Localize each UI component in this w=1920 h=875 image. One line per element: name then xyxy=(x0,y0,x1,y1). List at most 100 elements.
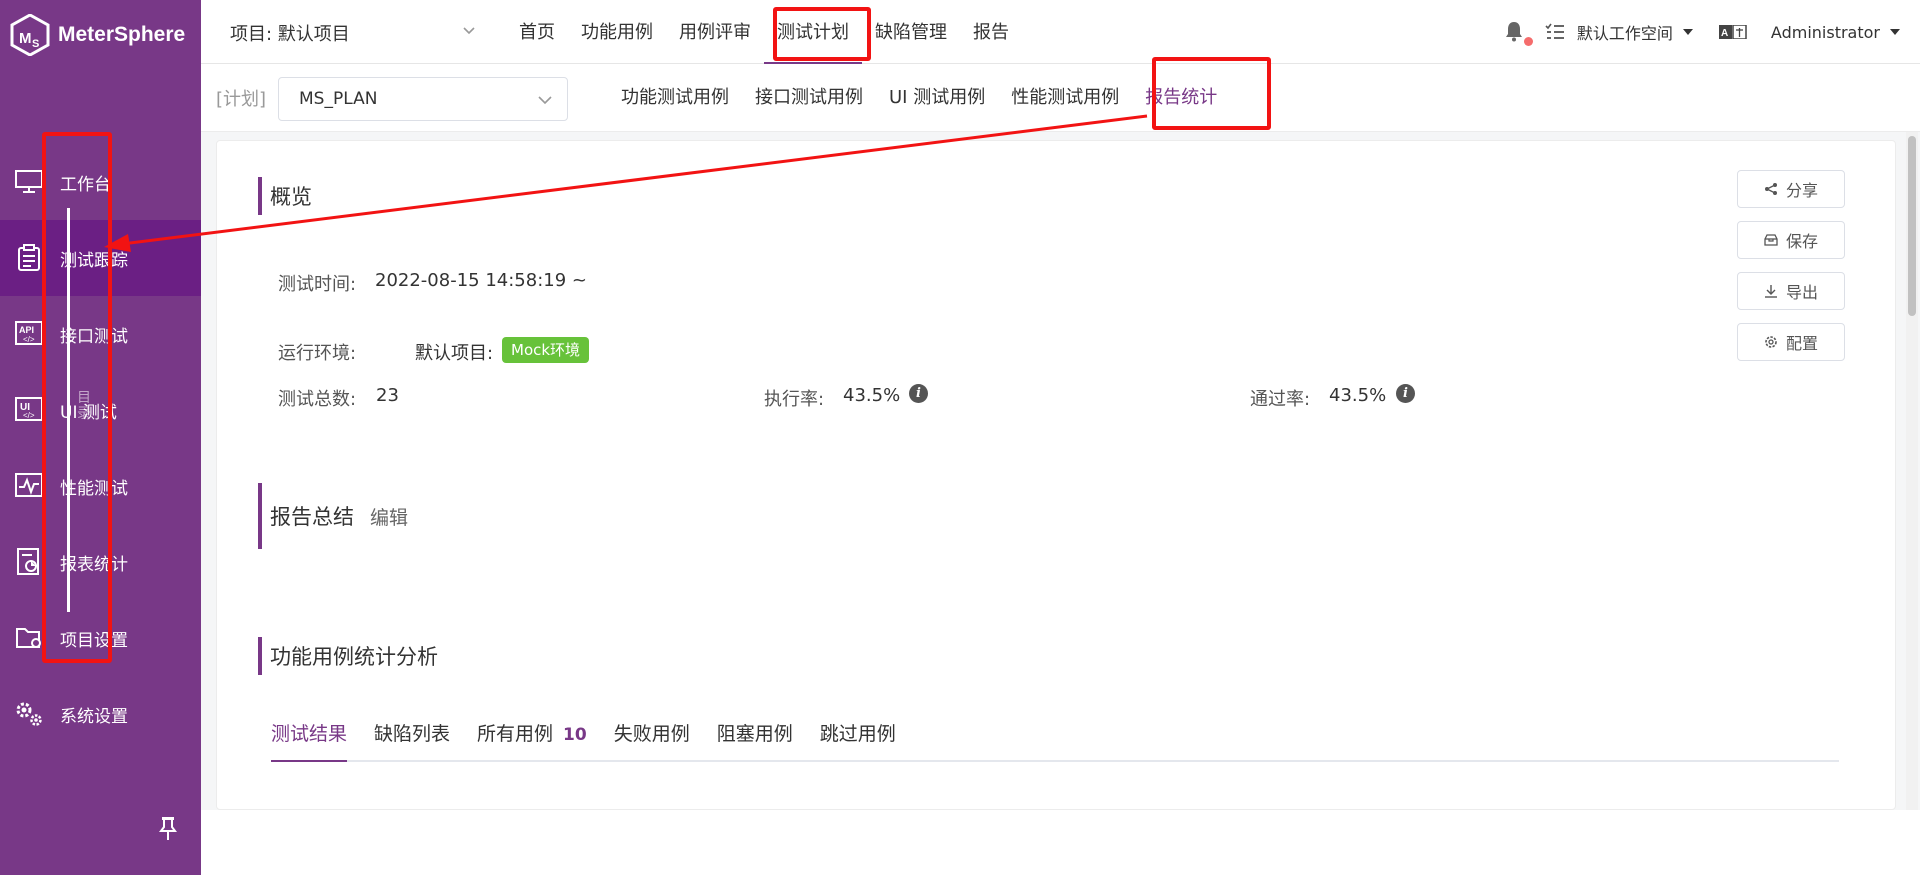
scrollbar-thumb[interactable] xyxy=(1908,136,1916,316)
tab-performance-test-cases[interactable]: 性能测试用例 xyxy=(998,64,1132,132)
ui-code-icon: UI </> xyxy=(14,395,44,425)
app-logo[interactable]: M S MeterSphere xyxy=(10,14,185,56)
export-button[interactable]: 导出 xyxy=(1737,272,1845,310)
monitor-icon xyxy=(14,167,44,197)
analysis-tabs: 测试结果 缺陷列表 所有用例 10 失败用例 阻塞用例 跳过用例 xyxy=(271,706,1839,762)
nav-functional-cases[interactable]: 功能用例 xyxy=(568,0,666,64)
tab-blocked-cases[interactable]: 阻塞用例 xyxy=(717,706,793,762)
task-list-icon xyxy=(1545,23,1564,39)
analysis-title: 功能用例统计分析 xyxy=(270,645,438,669)
summary-section-title: 报告总结 编辑 xyxy=(258,483,408,549)
config-button[interactable]: 配置 xyxy=(1737,323,1845,361)
nav-defect-management[interactable]: 缺陷管理 xyxy=(862,0,960,64)
share-icon xyxy=(1764,183,1777,195)
save-icon xyxy=(1764,234,1778,246)
test-time-value: 2022-08-15 14:58:19 ~ xyxy=(375,270,587,291)
folder-settings-icon xyxy=(14,623,44,653)
chevron-down-icon xyxy=(538,96,552,105)
report-icon xyxy=(14,547,44,577)
plan-sub-nav: 功能测试用例 接口测试用例 UI 测试用例 性能测试用例 报告统计 xyxy=(608,64,1230,132)
exec-rate-info-icon[interactable]: i xyxy=(909,384,928,403)
tab-label: 失败用例 xyxy=(613,723,690,745)
tab-skipped-cases[interactable]: 跳过用例 xyxy=(820,706,896,762)
bell-icon xyxy=(1505,22,1522,42)
tab-failed-cases[interactable]: 失败用例 xyxy=(614,706,690,762)
svg-text:</>: </> xyxy=(23,335,35,344)
section-accent-bar xyxy=(258,177,262,215)
exec-rate-value: 43.5% xyxy=(843,385,901,406)
nav-case-review[interactable]: 用例评审 xyxy=(666,0,764,64)
app-root: M S MeterSphere 工作台 测试跟踪 API </> 接口测试 UI… xyxy=(0,0,1920,875)
svg-text:</>: </> xyxy=(23,411,35,420)
user-name: Administrator xyxy=(1770,22,1880,42)
tab-defect-list[interactable]: 缺陷列表 xyxy=(374,706,450,762)
caret-down-icon xyxy=(1890,29,1900,35)
overview-section-title: 概览 xyxy=(258,177,312,215)
svg-text:API: API xyxy=(19,325,34,335)
tab-label: 缺陷列表 xyxy=(374,723,451,745)
pass-rate-label: 通过率: xyxy=(1250,389,1311,410)
save-button[interactable]: 保存 xyxy=(1737,221,1845,259)
section-accent-bar xyxy=(258,637,262,675)
env-label: 运行环境: xyxy=(278,343,357,364)
bottom-area xyxy=(201,810,1920,875)
exec-rate-label: 执行率: xyxy=(764,389,825,410)
nav-report[interactable]: 报告 xyxy=(960,0,1022,64)
pin-icon[interactable] xyxy=(158,815,178,841)
nav-home[interactable]: 首页 xyxy=(506,0,568,64)
overview-title: 概览 xyxy=(270,185,312,209)
sidebar-item-system-settings[interactable]: 系统设置 xyxy=(0,676,201,752)
tab-label: 测试结果 xyxy=(271,723,348,745)
api-icon: API </> xyxy=(14,319,44,349)
sidebar-item-label: 系统设置 xyxy=(60,706,128,727)
workspace-name: 默认工作空间 xyxy=(1576,24,1673,43)
clipboard-icon xyxy=(14,243,44,273)
share-button[interactable]: 分享 xyxy=(1737,170,1845,208)
tab-test-results[interactable]: 测试结果 xyxy=(271,706,348,762)
annotation-box-report-statistics xyxy=(1152,57,1271,130)
annotation-box-test-plan xyxy=(773,7,871,61)
top-header: 项目: 默认项目 首页 功能用例 用例评审 测试计划 缺陷管理 报告 默认工作空… xyxy=(201,0,1920,64)
app-name: MeterSphere xyxy=(58,23,186,46)
caret-down-icon xyxy=(1682,29,1693,35)
content-scrollbar[interactable] xyxy=(1906,132,1918,810)
env-tag: Mock环境 xyxy=(502,337,590,363)
env-project: 默认项目: xyxy=(415,343,494,364)
tab-all-cases[interactable]: 所有用例 10 xyxy=(477,706,587,762)
sub-header: [计划] MS_PLAN 功能测试用例 接口测试用例 UI 测试用例 性能测试用… xyxy=(201,64,1920,132)
language-switch-icon[interactable]: A xyxy=(1718,25,1747,39)
pass-rate-value: 43.5% xyxy=(1329,385,1387,406)
svg-text:S: S xyxy=(32,38,39,50)
save-label: 保存 xyxy=(1785,232,1818,251)
tab-functional-test-cases[interactable]: 功能测试用例 xyxy=(608,64,742,132)
user-menu[interactable]: Administrator xyxy=(1771,23,1900,42)
gear-icon xyxy=(1765,336,1777,348)
share-label: 分享 xyxy=(1785,181,1818,200)
annotation-box-sidebar xyxy=(42,132,112,663)
plan-select-value: MS_PLAN xyxy=(299,89,378,109)
project-select[interactable]: 项目: 默认项目 xyxy=(230,20,480,46)
tab-label: 跳过用例 xyxy=(819,723,896,745)
download-icon xyxy=(1764,285,1777,298)
all-cases-count: 10 xyxy=(563,725,587,745)
notification-bell[interactable] xyxy=(1505,20,1533,46)
header-right: 默认工作空间 A Administrator xyxy=(1505,0,1900,64)
main-nav: 首页 功能用例 用例评审 测试计划 缺陷管理 报告 xyxy=(506,0,1022,64)
summary-edit-link[interactable]: 编辑 xyxy=(370,503,408,530)
project-select-value: 项目: 默认项目 xyxy=(230,24,350,45)
pass-rate-info-icon[interactable]: i xyxy=(1396,384,1415,403)
chevron-down-icon xyxy=(463,27,475,35)
total-value: 23 xyxy=(376,385,399,406)
gears-icon xyxy=(14,699,44,729)
summary-title: 报告总结 xyxy=(270,505,354,529)
tab-label: 阻塞用例 xyxy=(716,723,793,745)
export-label: 导出 xyxy=(1785,283,1818,302)
svg-text:A: A xyxy=(1721,28,1728,39)
tab-ui-test-cases[interactable]: UI 测试用例 xyxy=(876,64,998,132)
plan-select[interactable]: MS_PLAN xyxy=(278,77,568,121)
tab-api-test-cases[interactable]: 接口测试用例 xyxy=(742,64,876,132)
total-label: 测试总数: xyxy=(278,389,357,410)
workspace-select[interactable]: 默认工作空间 xyxy=(1545,20,1693,44)
config-label: 配置 xyxy=(1785,334,1818,353)
performance-chart-icon xyxy=(14,471,44,501)
